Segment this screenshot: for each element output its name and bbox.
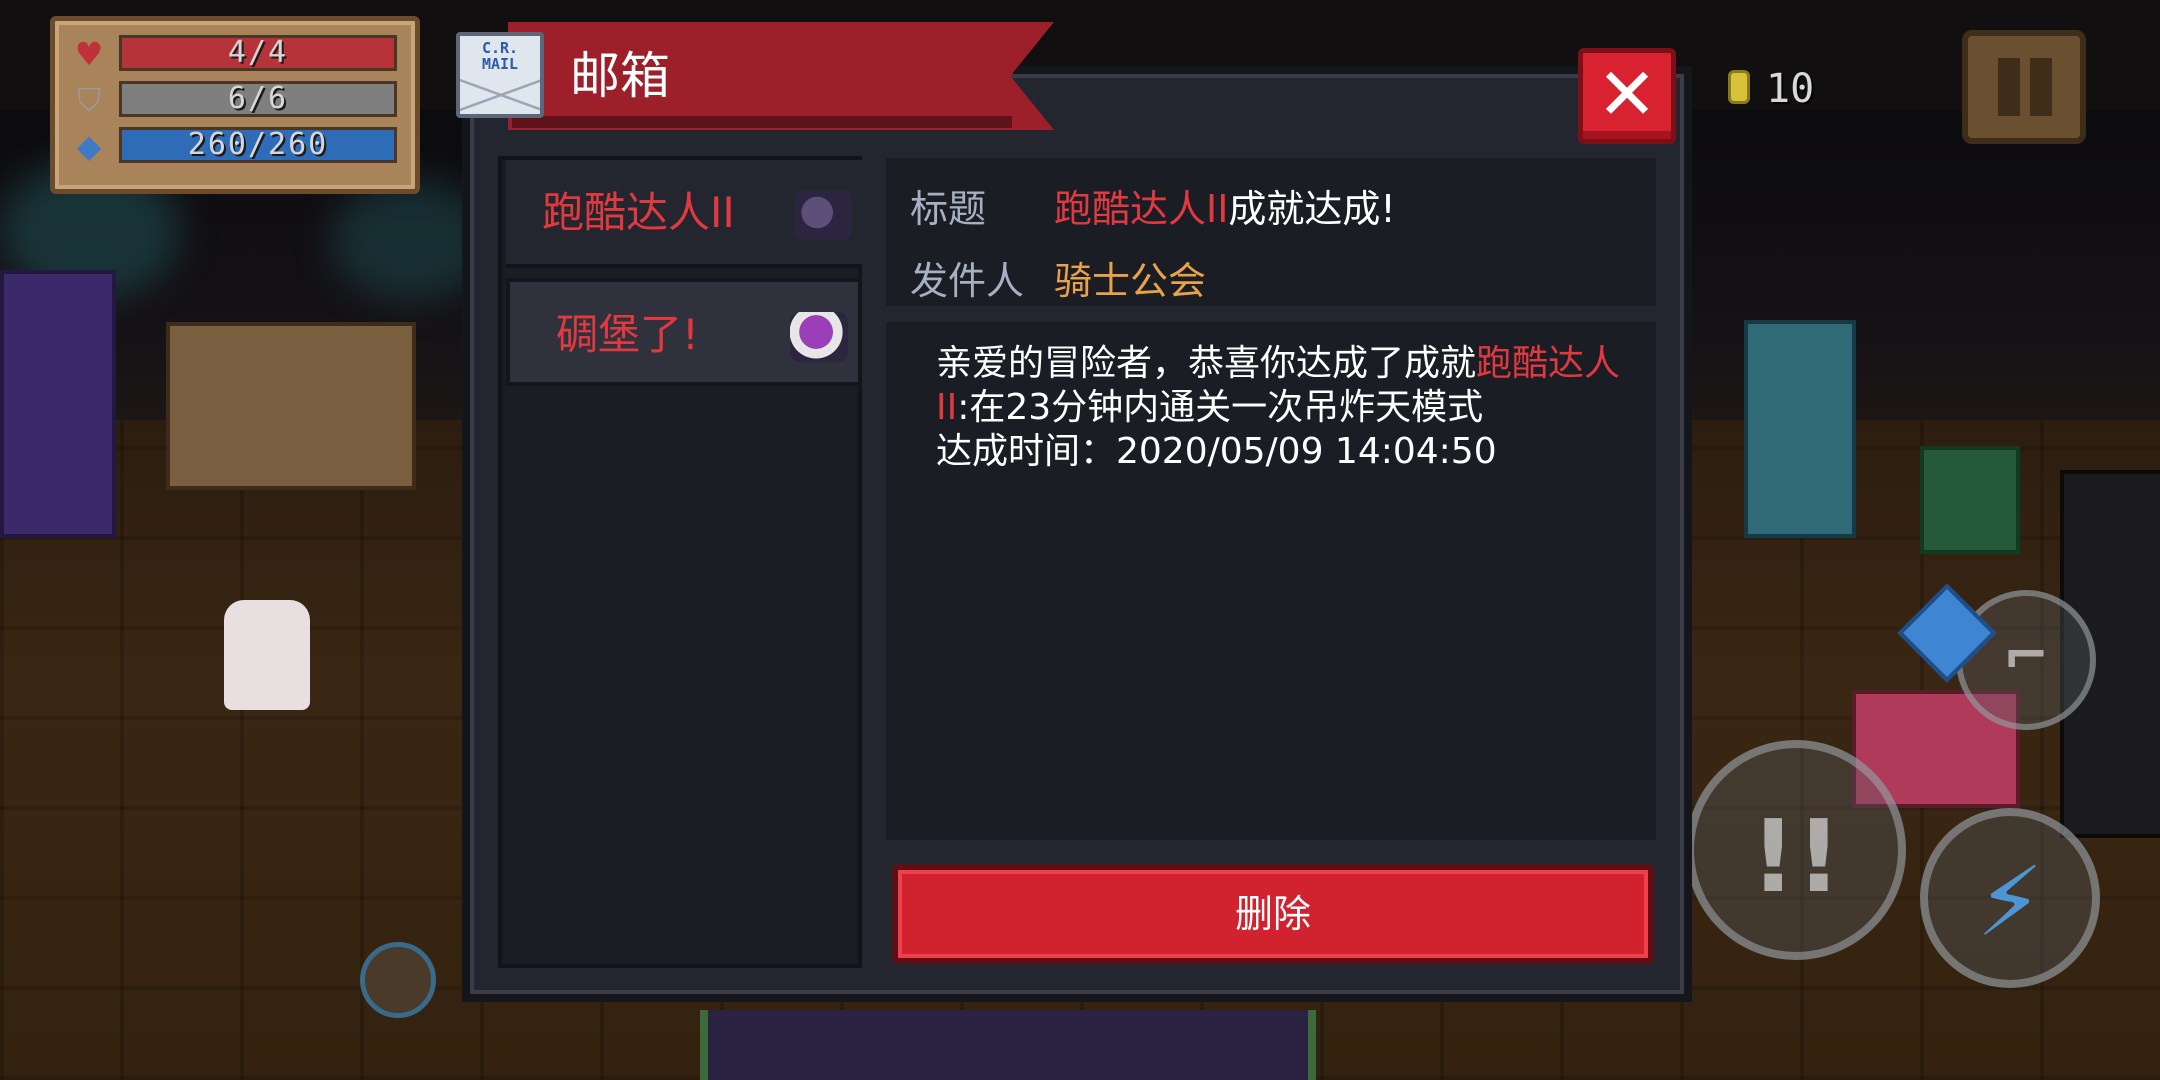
mail-envelope-icon: C.R. MAIL (456, 32, 544, 118)
green-chest (1920, 446, 2020, 554)
pause-button[interactable] (1962, 30, 2086, 144)
mail-body: 亲爱的冒险者，恭喜你达成了成就跑酷达人II:在23分钟内通关一次吊炸天模式 达成时… (886, 322, 1656, 840)
sender-label: 发件人 (910, 259, 1025, 303)
close-button[interactable]: ✕ (1578, 48, 1676, 144)
lightning-icon: ⚡ (1976, 846, 2044, 958)
body-suffix: :在23分钟内通关一次吊炸天模式 (957, 387, 1484, 428)
gold-count: 10 (1766, 66, 1815, 112)
delete-button[interactable]: 删除 (892, 864, 1654, 964)
envelope-flap (460, 76, 540, 114)
health-row: ♥ 4/4 (67, 35, 403, 73)
attack-button[interactable]: !! (1686, 740, 1906, 960)
exclaim-icon: !! (1750, 798, 1842, 915)
mail-list-item[interactable]: 跑酷达人II (506, 160, 862, 268)
subject-value: 跑酷达人II成就达成! (1054, 178, 1396, 233)
delete-button-label: 删除 (1234, 892, 1311, 936)
mail-item-title: 碉堡了! (556, 310, 699, 359)
mail-list-item-selected[interactable]: 碉堡了! (506, 278, 862, 386)
armor-row: ⛉ 6/6 (67, 81, 403, 119)
refrigerator (1744, 320, 1856, 538)
pot (360, 942, 436, 1018)
sender-value: 骑士公会 (1054, 259, 1207, 303)
subject-rest: 成就达成! (1228, 187, 1396, 231)
mail-list: 跑酷达人II 碉堡了! (498, 156, 862, 968)
sender-avatar-icon (794, 190, 852, 240)
subject-highlight: 跑酷达人II (1054, 187, 1229, 231)
weapon-swap-button[interactable]: ⌐ (1956, 590, 2096, 730)
banner-shadow (512, 116, 1012, 128)
vending-machine (0, 270, 116, 538)
floor-rug (700, 1010, 1316, 1080)
health-value: 4/4 (227, 35, 289, 70)
body-time: 达成时间：2020/05/09 14:04:50 (936, 431, 1497, 472)
dialog-title: 邮箱 (570, 47, 670, 105)
close-icon: ✕ (1596, 52, 1658, 136)
player-stats-panel: ♥ 4/4 ⛉ 6/6 ◆ 260/260 (50, 16, 420, 194)
energy-gem-icon: ◆ (76, 127, 102, 165)
skill-button[interactable]: ⚡ (1920, 808, 2100, 988)
mail-body-text: 亲爱的冒险者，恭喜你达成了成就跑酷达人II:在23分钟内通关一次吊炸天模式 达成时… (936, 342, 1626, 474)
energy-row: ◆ 260/260 (67, 127, 403, 165)
energy-value: 260/260 (187, 127, 329, 162)
armor-value: 6/6 (227, 81, 289, 116)
bunny-npc (224, 600, 310, 710)
sender-avatar-icon (790, 312, 848, 362)
body-prefix: 亲爱的冒险者，恭喜你达成了成就 (936, 343, 1477, 384)
heart-icon: ♥ (74, 35, 104, 73)
subject-label: 标题 (910, 187, 987, 231)
mail-icon-label: C.R. MAIL (481, 39, 519, 73)
mail-header: 标题 跑酷达人II成就达成! 发件人 骑士公会 (886, 158, 1656, 306)
notice-table (166, 322, 416, 490)
mail-item-title: 跑酷达人II (542, 188, 735, 237)
shield-icon: ⛉ (76, 81, 101, 119)
gold-coin-icon (1728, 70, 1750, 104)
